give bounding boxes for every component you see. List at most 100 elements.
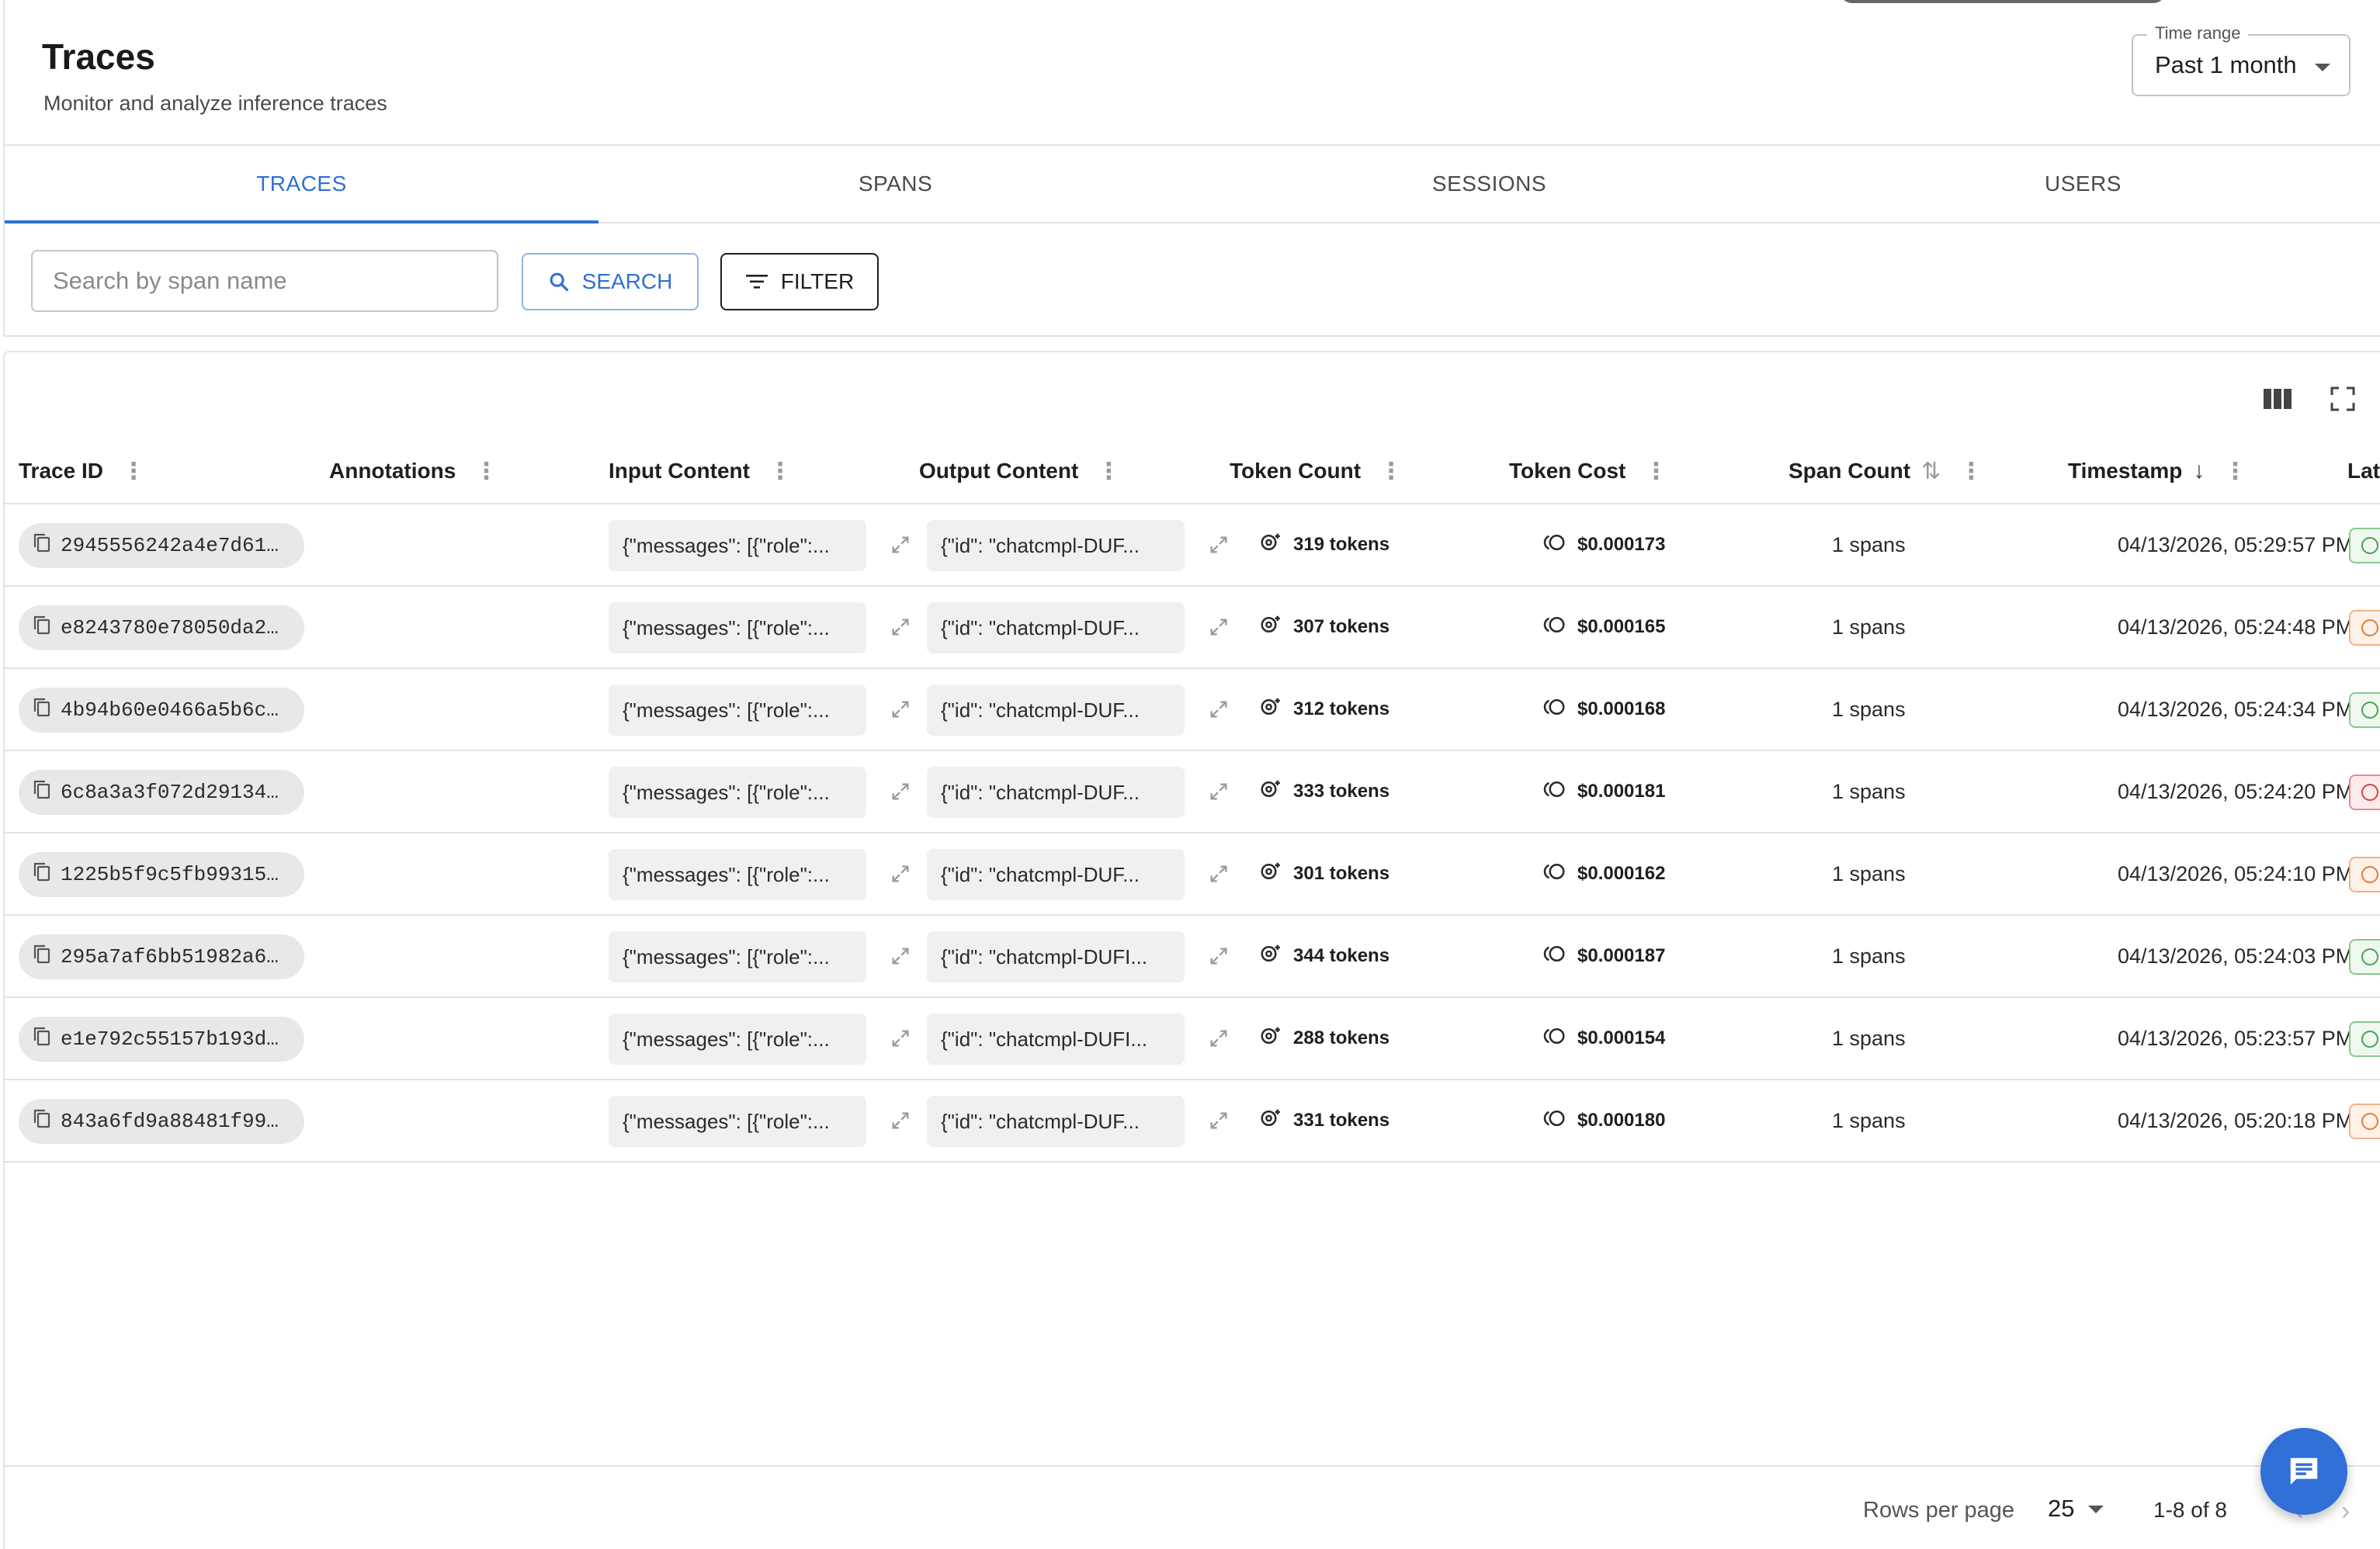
expand-output-icon[interactable] bbox=[1208, 1110, 1231, 1133]
table-row[interactable]: 843a6fd9a88481f99… {"messages": [{"role":… bbox=[5, 1080, 2380, 1163]
column-menu-icon[interactable]: ⋮ bbox=[1097, 458, 1120, 485]
token-count: 333 tokens bbox=[1293, 781, 1390, 802]
expand-input-icon[interactable] bbox=[890, 616, 913, 639]
trace-id-chip[interactable]: 843a6fd9a88481f99… bbox=[19, 1099, 304, 1144]
search-input[interactable] bbox=[31, 250, 498, 312]
rows-per-page-select[interactable]: 25 bbox=[2048, 1495, 2074, 1523]
input-content-text: {"messages": [{"role":... bbox=[623, 615, 830, 639]
trace-id-chip[interactable]: 6c8a3a3f072d29134… bbox=[19, 770, 304, 815]
copy-icon[interactable] bbox=[33, 697, 51, 723]
column-menu-icon[interactable]: ⋮ bbox=[1379, 458, 1403, 485]
copy-icon[interactable] bbox=[33, 779, 51, 806]
trace-id-chip[interactable]: e1e792c55157b193d… bbox=[19, 1017, 304, 1062]
column-header-input-content[interactable]: Input Content ⋮ bbox=[609, 438, 792, 504]
search-button[interactable]: SEARCH bbox=[522, 253, 699, 310]
copy-icon[interactable] bbox=[33, 1108, 51, 1135]
time-range-value: Past 1 month bbox=[2155, 51, 2297, 78]
chevron-down-icon[interactable] bbox=[2088, 1506, 2104, 1513]
expand-input-icon[interactable] bbox=[890, 863, 913, 886]
output-content-preview[interactable]: {"id": "chatcmpl-DUFI... bbox=[927, 1014, 1185, 1065]
output-content-preview[interactable]: {"id": "chatcmpl-DUF... bbox=[927, 520, 1185, 571]
column-menu-icon[interactable]: ⋮ bbox=[2223, 458, 2246, 485]
table-row[interactable]: 295a7af6bb51982a6… {"messages": [{"role":… bbox=[5, 916, 2380, 998]
expand-output-icon[interactable] bbox=[1208, 945, 1231, 969]
tab-spans[interactable]: SPANS bbox=[598, 146, 1192, 222]
sort-descending-icon[interactable]: ↓ bbox=[2193, 458, 2205, 484]
trace-id-chip[interactable]: 4b94b60e0466a5b6c… bbox=[19, 688, 304, 733]
copy-icon[interactable] bbox=[33, 861, 51, 888]
trace-id-chip[interactable]: 1225b5f9c5fb99315… bbox=[19, 852, 304, 897]
expand-input-icon[interactable] bbox=[890, 534, 913, 557]
input-content-preview[interactable]: {"messages": [{"role":... bbox=[609, 602, 866, 653]
timestamp: 04/13/2026, 05:24:10 PM bbox=[2118, 861, 2354, 885]
column-header-timestamp[interactable]: Timestamp ↓ ⋮ bbox=[2068, 438, 2246, 504]
table-row[interactable]: 4b94b60e0466a5b6c… {"messages": [{"role":… bbox=[5, 669, 2380, 751]
expand-input-icon[interactable] bbox=[890, 781, 913, 804]
output-content-text: {"id": "chatcmpl-DUF... bbox=[941, 533, 1140, 557]
output-content-preview[interactable]: {"id": "chatcmpl-DUF... bbox=[927, 767, 1185, 818]
output-content-preview[interactable]: {"id": "chatcmpl-DUF... bbox=[927, 684, 1185, 736]
tab-traces[interactable]: TRACES bbox=[5, 146, 598, 224]
expand-input-icon[interactable] bbox=[890, 698, 913, 722]
input-content-preview[interactable]: {"messages": [{"role":... bbox=[609, 767, 866, 818]
span-count: 1 spans bbox=[1832, 532, 1906, 556]
time-range-select[interactable]: Time range Past 1 month bbox=[2132, 23, 2351, 96]
chat-button[interactable] bbox=[2260, 1428, 2347, 1515]
column-header-annotations[interactable]: Annotations ⋮ bbox=[329, 438, 498, 504]
copy-icon[interactable] bbox=[33, 615, 51, 641]
input-content-preview[interactable]: {"messages": [{"role":... bbox=[609, 931, 866, 982]
column-menu-icon[interactable]: ⋮ bbox=[474, 458, 498, 485]
expand-input-icon[interactable] bbox=[890, 945, 913, 969]
table-row[interactable]: 2945556242a4e7d61… {"messages": [{"role":… bbox=[5, 504, 2380, 587]
column-label: Span Count bbox=[1788, 459, 1911, 483]
filter-button[interactable]: FILTER bbox=[720, 253, 879, 310]
column-header-trace-id[interactable]: Trace ID ⋮ bbox=[19, 438, 145, 504]
input-content-preview[interactable]: {"messages": [{"role":... bbox=[609, 1014, 866, 1065]
column-menu-icon[interactable]: ⋮ bbox=[768, 458, 792, 485]
expand-output-icon[interactable] bbox=[1208, 781, 1231, 804]
column-header-span-count[interactable]: Span Count ⇅ ⋮ bbox=[1788, 438, 1983, 504]
output-content-preview[interactable]: {"id": "chatcmpl-DUF... bbox=[927, 849, 1185, 900]
table-row[interactable]: 1225b5f9c5fb99315… {"messages": [{"role":… bbox=[5, 833, 2380, 916]
column-menu-icon[interactable]: ⋮ bbox=[1959, 458, 1983, 485]
fullscreen-icon[interactable] bbox=[2326, 382, 2360, 416]
input-content-preview[interactable]: {"messages": [{"role":... bbox=[609, 849, 866, 900]
trace-id: e1e792c55157b193d… bbox=[61, 1027, 279, 1051]
column-header-token-count[interactable]: Token Count ⋮ bbox=[1230, 438, 1403, 504]
clock-icon bbox=[2361, 537, 2378, 554]
sort-icon[interactable]: ⇅ bbox=[1921, 458, 1941, 485]
columns-icon[interactable] bbox=[2260, 382, 2295, 416]
copy-icon[interactable] bbox=[33, 1026, 51, 1052]
expand-output-icon[interactable] bbox=[1208, 616, 1231, 639]
output-content-preview[interactable]: {"id": "chatcmpl-DUFI... bbox=[927, 931, 1185, 982]
expand-output-icon[interactable] bbox=[1208, 863, 1231, 886]
column-menu-icon[interactable]: ⋮ bbox=[122, 458, 145, 485]
expand-input-icon[interactable] bbox=[890, 1110, 913, 1133]
trace-id-chip[interactable]: e8243780e78050da2… bbox=[19, 605, 304, 650]
trace-id-chip[interactable]: 2945556242a4e7d61… bbox=[19, 523, 304, 568]
tab-sessions[interactable]: SESSIONS bbox=[1192, 146, 1786, 222]
table-row[interactable]: e1e792c55157b193d… {"messages": [{"role":… bbox=[5, 998, 2380, 1080]
column-header-token-cost[interactable]: Token Cost ⋮ bbox=[1509, 438, 1667, 504]
column-header-output-content[interactable]: Output Content ⋮ bbox=[919, 438, 1120, 504]
expand-output-icon[interactable] bbox=[1208, 534, 1231, 557]
column-menu-icon[interactable]: ⋮ bbox=[1644, 458, 1667, 485]
expand-input-icon[interactable] bbox=[890, 1027, 913, 1051]
table-row[interactable]: 6c8a3a3f072d29134… {"messages": [{"role":… bbox=[5, 751, 2380, 833]
output-content-preview[interactable]: {"id": "chatcmpl-DUF... bbox=[927, 602, 1185, 653]
expand-output-icon[interactable] bbox=[1208, 1027, 1231, 1051]
next-page-icon[interactable]: › bbox=[2341, 1496, 2350, 1526]
output-content-preview[interactable]: {"id": "chatcmpl-DUF... bbox=[927, 1096, 1185, 1147]
trace-id: 1225b5f9c5fb99315… bbox=[61, 863, 279, 886]
copy-icon[interactable] bbox=[33, 944, 51, 970]
table-row[interactable]: e8243780e78050da2… {"messages": [{"role":… bbox=[5, 587, 2380, 669]
input-content-preview[interactable]: {"messages": [{"role":... bbox=[609, 684, 866, 736]
tab-users[interactable]: USERS bbox=[1786, 146, 2380, 222]
trace-id-chip[interactable]: 295a7af6bb51982a6… bbox=[19, 934, 304, 979]
input-content-preview[interactable]: {"messages": [{"role":... bbox=[609, 520, 866, 571]
expand-output-icon[interactable] bbox=[1208, 698, 1231, 722]
copy-icon[interactable] bbox=[33, 532, 51, 559]
column-header-latency[interactable]: Lat bbox=[2347, 438, 2380, 504]
input-content-preview[interactable]: {"messages": [{"role":... bbox=[609, 1096, 866, 1147]
token-icon bbox=[1259, 1024, 1282, 1053]
